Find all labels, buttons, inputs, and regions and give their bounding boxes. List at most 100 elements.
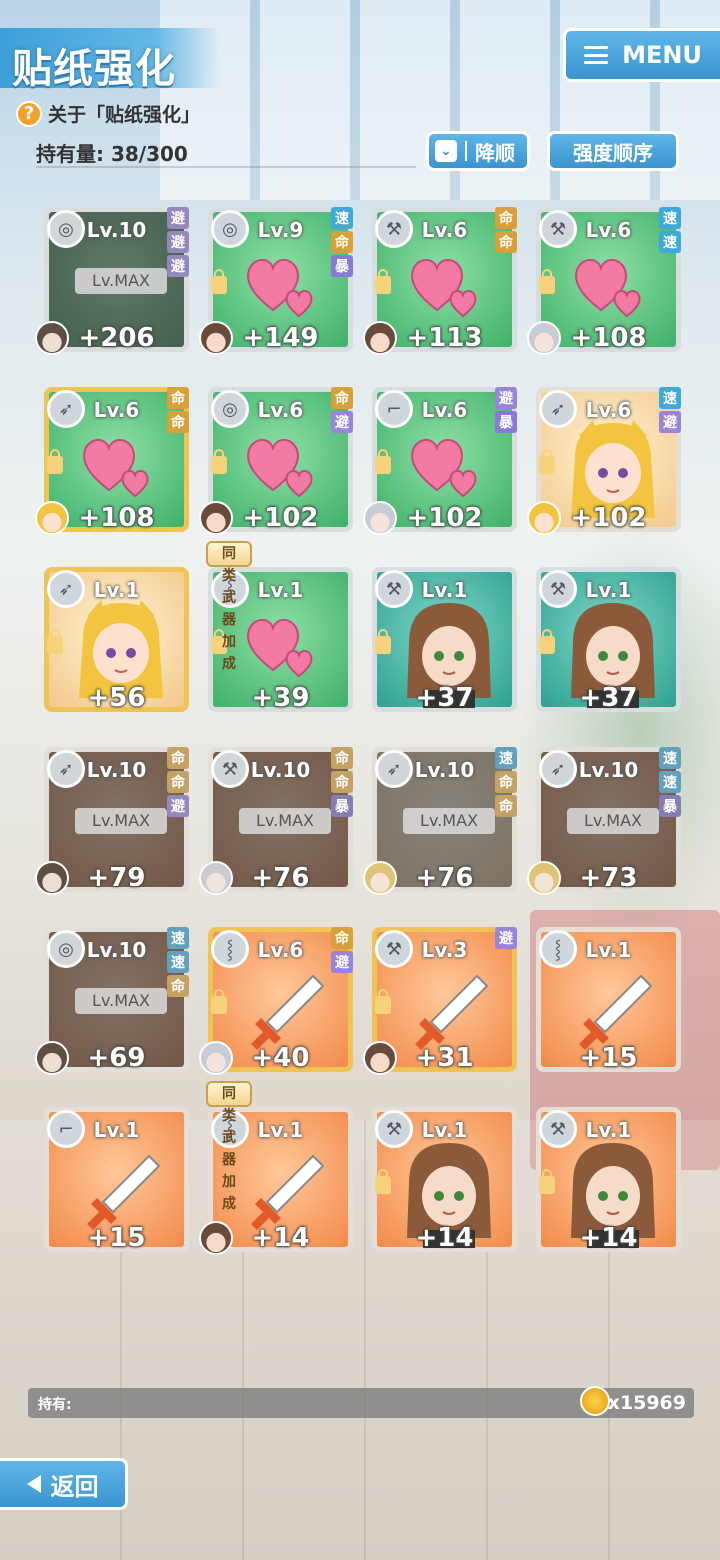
heart-icon (247, 259, 313, 318)
character-avatar (199, 1221, 233, 1255)
sticker-card[interactable]: ◎ Lv.9 速命暴 +149 (199, 207, 353, 355)
lock-icon[interactable] (211, 989, 227, 1014)
card-value: +69 (87, 1043, 146, 1073)
sticker-card[interactable]: ◎ Lv.10 Lv.MAX 速速命 +69 (35, 927, 189, 1075)
sticker-card[interactable]: ⚒ Lv.10 Lv.MAX 命命暴 +76 (199, 747, 353, 895)
sticker-card[interactable]: ⚒ Lv.1 +14 (372, 1107, 517, 1253)
stat-tags: 速速暴 (659, 747, 681, 817)
heart-icon (411, 259, 477, 318)
stat-tag: 速 (659, 747, 681, 769)
sort-order-button[interactable]: 强度顺序 (547, 131, 679, 171)
card-value: +108 (78, 503, 155, 533)
heart-icon (83, 439, 149, 498)
character-avatar (35, 321, 69, 355)
sticker-card[interactable]: ◎ Lv.10 Lv.MAX 避避避 +206 (35, 207, 189, 355)
character-avatar (527, 501, 561, 535)
heart-icon (247, 439, 313, 498)
stat-tag: 命 (167, 975, 189, 997)
stat-tag: 命 (331, 927, 353, 949)
stat-tags: 命命避 (167, 747, 189, 817)
lock-icon[interactable] (375, 269, 391, 294)
stat-tag: 速 (167, 951, 189, 973)
stat-tag: 避 (331, 411, 353, 433)
character-avatar (363, 1041, 397, 1075)
character-avatar (199, 321, 233, 355)
character-avatar (35, 861, 69, 895)
lock-icon[interactable] (375, 1169, 391, 1194)
sticker-card[interactable]: ⚒ Lv.6 命命 +113 (363, 207, 517, 355)
stat-tag: 命 (167, 747, 189, 769)
lock-icon[interactable] (539, 449, 555, 474)
card-value: +73 (579, 863, 638, 893)
max-level-tag: Lv.MAX (75, 988, 167, 1014)
sticker-card[interactable]: ◎ Lv.6 命避 +102 (199, 387, 353, 535)
gun-weapon-icon: ⌐ (375, 390, 413, 428)
max-level-tag: Lv.MAX (75, 268, 167, 294)
stat-tags: 命命 (495, 207, 517, 253)
currency-bar: 持有: x15969 (28, 1386, 694, 1418)
shield-weapon-icon: ◎ (211, 210, 249, 248)
sticker-card[interactable]: ➶ Lv.1 +56 (44, 567, 189, 713)
character-avatar (199, 501, 233, 535)
scythe-weapon-icon: ⸾ (539, 930, 577, 968)
sticker-card[interactable]: ⸾ Lv.1 +15 (536, 927, 681, 1073)
heart-icon (411, 439, 477, 498)
max-level-tag: Lv.MAX (403, 808, 495, 834)
stat-tag: 暴 (331, 795, 353, 817)
lock-icon[interactable] (539, 629, 555, 654)
sort-direction-label: 降顺 (475, 140, 515, 165)
rifle-weapon-icon: ➶ (539, 750, 577, 788)
lock-icon[interactable] (211, 449, 227, 474)
lock-icon[interactable] (375, 989, 391, 1014)
sticker-card[interactable]: ⸾ Lv.6 命避 +40 (199, 927, 353, 1075)
hamburger-icon (584, 46, 609, 64)
stat-tags: 命命 (167, 387, 189, 433)
stat-tag: 避 (331, 951, 353, 973)
character-avatar (199, 861, 233, 895)
sticker-card[interactable]: ⚒ Lv.3 避 +31 (363, 927, 517, 1075)
stat-tags: 避避避 (167, 207, 189, 277)
lock-icon[interactable] (539, 269, 555, 294)
sort-direction-button[interactable]: ⌄ 降顺 (426, 131, 530, 171)
stat-tags: 速速命 (167, 927, 189, 997)
lock-icon[interactable] (375, 449, 391, 474)
sticker-card[interactable]: ⌐ Lv.1 +15 (44, 1107, 189, 1253)
sticker-card[interactable]: ⚒ Lv.1 +14 (536, 1107, 681, 1253)
lock-icon[interactable] (211, 269, 227, 294)
card-value: +76 (415, 863, 474, 893)
back-label: 返回 (50, 1472, 99, 1501)
card-value: +40 (251, 1043, 310, 1073)
sticker-card[interactable]: ⚒ Lv.1 +37 (536, 567, 681, 713)
back-button[interactable]: 返回 (0, 1458, 128, 1510)
sticker-card[interactable]: ➶ Lv.6 速避 +102 (527, 387, 681, 535)
character-avatar (35, 1041, 69, 1075)
stat-tag: 命 (495, 795, 517, 817)
sticker-card[interactable]: ⚒ Lv.6 速速 +108 (527, 207, 681, 355)
sticker-card[interactable]: ➶ Lv.10 Lv.MAX 命命避 +79 (35, 747, 189, 895)
lock-icon[interactable] (539, 1169, 555, 1194)
sticker-card[interactable]: ⚒ Lv.1 +37 (372, 567, 517, 713)
stat-tag: 命 (167, 771, 189, 793)
lock-icon[interactable] (375, 629, 391, 654)
lock-icon[interactable] (47, 629, 63, 654)
stat-tag: 速 (659, 387, 681, 409)
stat-tag: 命 (495, 207, 517, 229)
heart-icon (247, 619, 313, 678)
stat-tags: 命避 (331, 387, 353, 433)
max-level-tag: Lv.MAX (75, 808, 167, 834)
sticker-card[interactable]: ➶ Lv.10 Lv.MAX 速命命 +76 (363, 747, 517, 895)
stat-tag: 速 (659, 771, 681, 793)
card-value: +56 (87, 683, 146, 713)
lock-icon[interactable] (47, 449, 63, 474)
stat-tag: 避 (167, 231, 189, 253)
help-link[interactable]: ? 关于「贴纸强化」 (16, 100, 200, 127)
card-value: +79 (87, 863, 146, 893)
sticker-card[interactable]: ➶ Lv.6 命命 +108 (35, 387, 189, 535)
sticker-card[interactable]: ➶ Lv.10 Lv.MAX 速速暴 +73 (527, 747, 681, 895)
menu-button[interactable]: MENU (563, 28, 720, 82)
sticker-card[interactable]: ⌐ Lv.6 避暴 +102 (363, 387, 517, 535)
card-value: +37 (579, 683, 638, 713)
stat-tags: 速避 (659, 387, 681, 433)
currency-label: 持有: (38, 1397, 72, 1413)
stat-tags: 速速 (659, 207, 681, 253)
